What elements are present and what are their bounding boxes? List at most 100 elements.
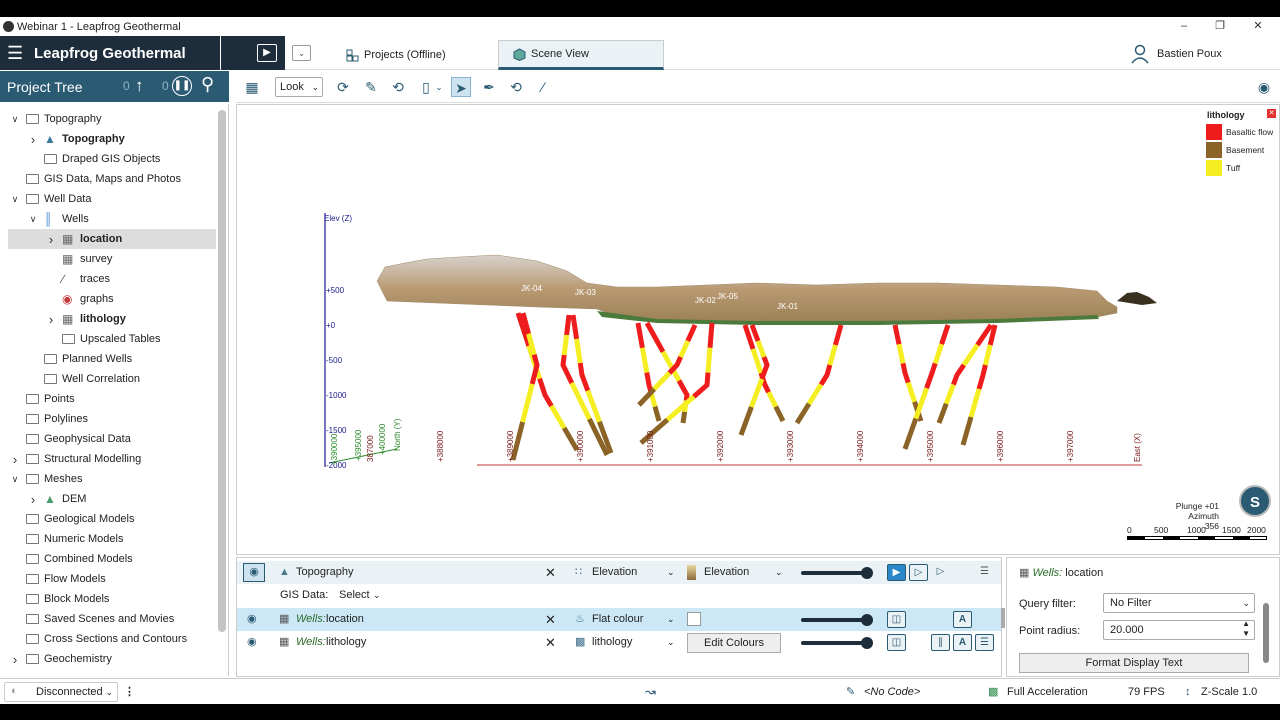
well-trace-segment[interactable] [943, 383, 956, 405]
well-trace-segment[interactable] [676, 379, 690, 401]
tree-item[interactable]: ∨ ║ Wells [0, 209, 216, 229]
slice-dropdown-icon[interactable]: ⌄ [434, 77, 444, 97]
tree-item[interactable]: › ▲ Topography [0, 129, 216, 149]
legend-close-icon[interactable]: ✕ [1267, 109, 1276, 118]
chevron-right-icon[interactable]: › [46, 232, 56, 247]
well-trace-segment[interactable] [936, 402, 949, 424]
well-trace-segment[interactable] [529, 353, 540, 385]
slider-knob[interactable] [861, 637, 873, 649]
properties-list-icon[interactable]: ☰ [975, 634, 994, 651]
well-trace-segment[interactable] [951, 363, 966, 386]
well-trace-segment[interactable] [968, 388, 982, 418]
colour-value-select[interactable]: Elevation [704, 561, 749, 584]
well-trace-segment[interactable] [902, 417, 919, 450]
opacity-slider[interactable] [801, 637, 873, 649]
well-trace-segment[interactable] [644, 372, 654, 393]
tree-item[interactable]: ▦ survey [0, 249, 216, 269]
layer-row-lithology[interactable]: ◉ ▦ Wells: lithology ✕ ▩ lithology ⌄ Edi… [237, 631, 1001, 654]
tree-item[interactable]: ∨ Meshes [0, 469, 216, 489]
tree-item[interactable]: ∕ traces [0, 269, 216, 289]
query-filter-select[interactable]: No Filter ⌄ [1103, 593, 1255, 613]
chevron-down-icon[interactable]: ⌄ [775, 561, 783, 584]
remove-layer-icon[interactable]: ✕ [545, 561, 556, 584]
flat-colour-swatch[interactable] [687, 612, 701, 626]
format-display-text-button[interactable]: Format Display Text [1019, 653, 1249, 673]
well-trace-segment[interactable] [738, 406, 754, 436]
tree-item[interactable]: Draped GIS Objects [0, 149, 216, 169]
well-trace-segment[interactable] [806, 383, 824, 406]
chevron-right-icon[interactable]: › [10, 652, 20, 667]
chevron-down-icon[interactable]: ∨ [10, 114, 20, 125]
well-trace-segment[interactable] [707, 322, 715, 349]
tree-item[interactable]: › ▦ location [8, 229, 216, 249]
well-trace-segment[interactable] [932, 343, 944, 365]
tree-item[interactable]: Saved Scenes and Movies [0, 609, 216, 629]
well-trace-segment[interactable] [564, 314, 572, 336]
well-trace-segment[interactable] [905, 381, 917, 403]
chevron-down-icon[interactable]: ⌄ [292, 45, 311, 61]
tab-projects[interactable]: Projects (Offline) [332, 40, 492, 70]
tab-scene-view[interactable]: Scene View [498, 40, 664, 70]
well-trace-segment[interactable] [549, 404, 567, 430]
tree-item[interactable]: Well Correlation [0, 369, 216, 389]
scene-view[interactable]: Elev (Z) +500 +0 -500 -1000 -1500 -2000 38700… [236, 104, 1280, 555]
chevron-down-icon[interactable]: ⌄ [667, 561, 675, 584]
chevron-down-icon[interactable]: ∨ [10, 194, 20, 205]
well-trace-segment[interactable] [680, 411, 688, 424]
connection-dropdown[interactable]: ◐ Disconnected ⌄ [4, 682, 118, 702]
colour-mode-select[interactable]: Flat colour [592, 608, 643, 631]
draw-line-icon[interactable]: ✒ [479, 77, 499, 97]
well-trace-segment[interactable] [766, 391, 779, 408]
properties-list-icon[interactable]: ☰ [975, 564, 994, 581]
stepper-icon[interactable]: ▲ ▼ [1242, 619, 1250, 639]
layer-row-location[interactable]: ◉ ▦ Wells: location ✕ ♨ Flat colour ⌄ ◫ … [237, 608, 1001, 631]
chevron-down-icon[interactable]: ∨ [10, 474, 20, 485]
tree-item[interactable]: Polylines [0, 409, 216, 429]
draw-plane-icon[interactable]: ✎ [361, 77, 381, 97]
well-trace-segment[interactable] [939, 324, 951, 345]
label-text-icon[interactable]: A [953, 611, 972, 628]
restore-icon[interactable]: ❐ [1200, 17, 1240, 36]
tree-item[interactable]: Block Models [0, 589, 216, 609]
well-trace-segment[interactable] [692, 372, 711, 399]
tree-item[interactable]: Upscaled Tables [0, 329, 216, 349]
visibility-eye-icon[interactable]: ◉ [243, 563, 265, 582]
search-icon[interactable]: ⚲ [201, 74, 214, 95]
play-icon[interactable]: ▶ [257, 44, 277, 62]
look-dropdown[interactable]: Look ⌄ [275, 77, 323, 97]
select-cursor-icon[interactable]: ➤ [451, 77, 471, 97]
well-trace-segment[interactable] [537, 377, 554, 408]
well-trace-segment[interactable] [892, 324, 902, 345]
chevron-down-icon[interactable]: ⌄ [373, 584, 381, 607]
well-trace-segment[interactable] [960, 416, 974, 446]
play-forward-icon[interactable]: ▶ [887, 564, 906, 581]
well-trace-segment[interactable] [794, 402, 812, 425]
well-trace-segment[interactable] [924, 362, 938, 390]
rotate-icon[interactable]: ⟳ [333, 77, 353, 97]
slice-icon[interactable]: ▯ [416, 77, 436, 97]
clear-scene-icon[interactable]: ▦ [242, 77, 262, 97]
user-account[interactable]: Bastien Poux [1130, 44, 1222, 64]
slider-knob[interactable] [861, 567, 873, 579]
tree-item[interactable]: GIS Data, Maps and Photos [0, 169, 216, 189]
well-trace-segment[interactable] [755, 340, 767, 358]
well-trace-segment[interactable] [652, 371, 672, 391]
tree-item[interactable]: Planned Wells [0, 349, 216, 369]
visibility-eye-icon[interactable]: ◉ [247, 631, 257, 654]
tree-item[interactable]: › ▦ lithology [0, 309, 216, 329]
opacity-slider[interactable] [801, 614, 873, 626]
chevron-right-icon[interactable]: › [28, 132, 38, 147]
tree-item[interactable]: ∨ Well Data [0, 189, 216, 209]
colour-mode-select[interactable]: lithology [592, 631, 632, 654]
chevron-down-icon[interactable]: ∨ [28, 214, 38, 225]
well-trace-segment[interactable] [639, 347, 650, 374]
zscale-readout[interactable]: Z-Scale 1.0 [1201, 679, 1257, 705]
well-trace-segment[interactable] [976, 364, 988, 390]
chevron-down-icon[interactable]: ⌄ [667, 608, 675, 631]
tree-item[interactable]: › Geochemistry [0, 649, 216, 669]
arrow-up-icon[interactable]: ↑ [135, 76, 144, 96]
orbit-icon[interactable]: ⟲ [506, 77, 526, 97]
camera-icon[interactable]: ◉ [1254, 77, 1274, 97]
chevron-down-icon[interactable]: ⌄ [667, 631, 675, 654]
label-text-icon[interactable]: A [953, 634, 972, 651]
